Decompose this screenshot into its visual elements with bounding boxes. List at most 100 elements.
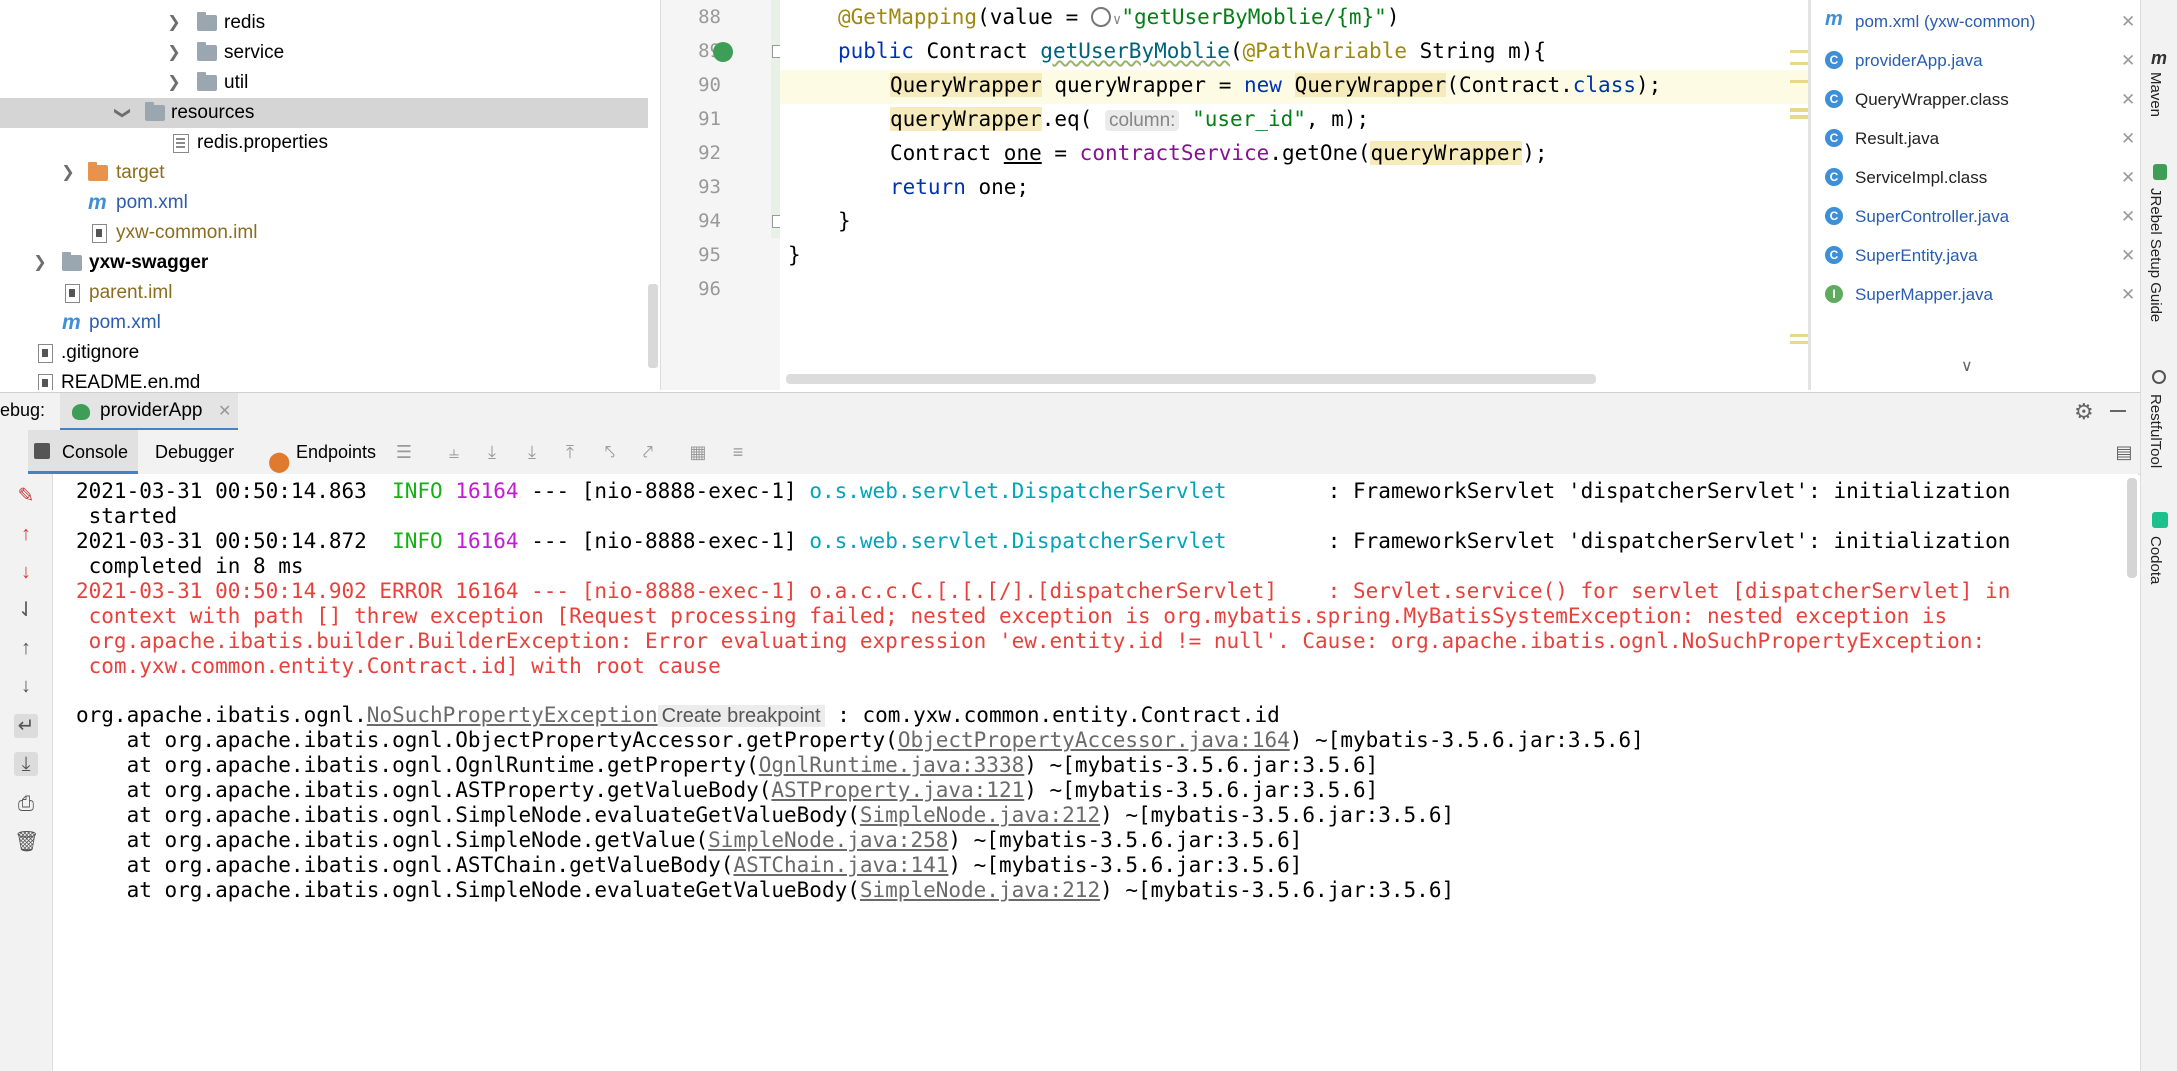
recent-file-item[interactable]: C QueryWrapper.class ✕ <box>1825 80 2135 119</box>
tree-row-util[interactable]: ❯ util <box>0 68 648 98</box>
step-over-icon[interactable]: ⤓ <box>482 442 502 462</box>
tree-label: .gitignore <box>61 342 140 363</box>
class-icon: C <box>1825 207 1843 225</box>
stripe-marker[interactable] <box>1790 115 1808 119</box>
tree-row-gitignore[interactable]: .gitignore <box>0 338 648 368</box>
source-link[interactable]: SimpleNode.java:212 <box>860 878 1100 902</box>
next-occurrence-icon[interactable]: ↓ <box>14 674 38 698</box>
project-scrollbar[interactable] <box>648 284 658 368</box>
project-tree-panel: ❯ redis ❯ service ❯ util ❯ resources red… <box>0 0 660 390</box>
chevron-down-icon[interactable]: ∨ <box>1961 356 1973 376</box>
debug-tabs-bar: Console Debugger ⬤ Endpoints ☰ ⫨ ⤓ ⤓ ⤒ ⤣… <box>0 430 2140 475</box>
folder-icon <box>88 162 108 181</box>
tree-row-redis[interactable]: ❯ redis <box>0 8 648 38</box>
tree-row-yxw-swagger[interactable]: ❯ yxw-swagger <box>0 248 648 278</box>
step-into-icon[interactable]: ⤓ <box>522 442 542 462</box>
soft-wrap-icon[interactable]: ↵ <box>14 714 38 738</box>
tab-endpoints[interactable]: ⬤ Endpoints <box>268 430 378 474</box>
tree-row-service[interactable]: ❯ service <box>0 38 648 68</box>
close-icon[interactable]: ✕ <box>2121 158 2135 197</box>
maven-icon: m <box>1825 8 1843 30</box>
spring-endpoint-icon[interactable] <box>713 42 733 62</box>
token: , m); <box>1305 107 1370 131</box>
tree-row-parent-iml[interactable]: parent.iml <box>0 278 648 308</box>
console-output[interactable]: 2021-03-31 00:50:14.863 INFO 16164 --- [… <box>53 474 2138 1071</box>
error-line: com.yxw.common.entity.Contract.id] with … <box>76 654 721 678</box>
stripe-marker[interactable] <box>1790 108 1808 112</box>
close-icon[interactable]: ✕ <box>2121 80 2135 119</box>
debug-label: ebug: <box>0 400 46 420</box>
close-icon[interactable]: ✕ <box>2121 236 2135 275</box>
recent-file-item[interactable]: C ServiceImpl.class ✕ <box>1825 158 2135 197</box>
tree-row-resources[interactable]: ❯ resources <box>0 98 648 128</box>
tree-row-readme[interactable]: README.en.md <box>0 368 648 390</box>
up-arrow-icon[interactable]: ↑ <box>14 522 38 546</box>
trace-icon[interactable]: ≡ <box>728 442 748 462</box>
token: return <box>890 175 966 199</box>
tree-row-pom-xml-root[interactable]: m pom.xml <box>0 308 648 338</box>
stripe-marker[interactable] <box>1790 50 1808 53</box>
recent-file-item[interactable]: C providerApp.java ✕ <box>1825 41 2135 80</box>
close-icon[interactable]: ✕ <box>2121 119 2135 158</box>
class-icon: C <box>1825 51 1843 69</box>
tab-debugger[interactable]: Debugger <box>155 430 234 474</box>
drop-frame-icon[interactable]: ⤣ <box>600 442 620 462</box>
close-icon[interactable]: ✕ <box>2121 275 2135 314</box>
evaluate-expression-icon[interactable]: ▦ <box>688 442 708 462</box>
scroll-to-end-icon[interactable]: ⤓ <box>14 752 38 776</box>
close-icon[interactable]: ✕ <box>2121 41 2135 80</box>
debug-header: ebug: providerApp ✕ ⚙ <box>0 392 2140 432</box>
gear-icon[interactable]: ⚙ <box>2074 399 2094 425</box>
close-tab-icon[interactable]: ✕ <box>218 401 231 421</box>
stripe-marker[interactable] <box>1790 80 1808 83</box>
log-pid: 16164 <box>455 479 519 503</box>
jrebel-tool-button[interactable]: JRebel Setup Guide <box>2147 188 2164 322</box>
code-editor[interactable]: @GetMapping(value = ∨"getUserByMoblie/{m… <box>780 0 1810 390</box>
restfultool-button[interactable]: RestfulTool <box>2147 394 2164 468</box>
print-icon[interactable]: ⎙ <box>14 792 38 816</box>
recent-file-item[interactable]: C SuperEntity.java ✕ <box>1825 236 2135 275</box>
recent-file-item[interactable]: m pom.xml (yxw-common) ✕ <box>1825 2 2135 41</box>
tree-row-pom-xml[interactable]: m pom.xml <box>0 188 648 218</box>
previous-occurrence-icon[interactable]: ↑ <box>14 636 38 660</box>
stripe-marker[interactable] <box>1790 334 1808 337</box>
maven-tool-button[interactable]: Maven <box>2147 72 2164 117</box>
tree-row-redis-properties[interactable]: redis.properties <box>0 128 648 158</box>
editor-horizontal-scrollbar[interactable] <box>786 374 1596 384</box>
layout-icon[interactable]: ▤ <box>2114 442 2134 462</box>
step-out-icon[interactable]: ⤒ <box>560 442 580 462</box>
rerun-icon[interactable]: ✎ <box>14 484 38 508</box>
codota-button[interactable]: Codota <box>2147 536 2164 584</box>
console-scrollbar[interactable] <box>2127 478 2137 578</box>
minimize-icon[interactable] <box>2110 410 2126 412</box>
menu-icon[interactable]: ☰ <box>394 442 414 462</box>
globe-icon[interactable] <box>1090 7 1111 27</box>
recent-file-item[interactable]: I SuperMapper.java ✕ <box>1825 275 2135 314</box>
console-actions-stripe: ✎ ↑ ↓ ⇃ ↑ ↓ ↵ ⤓ ⎙ 🗑 <box>0 474 53 1071</box>
recent-file-item[interactable]: C SuperController.java ✕ <box>1825 197 2135 236</box>
chevron-right-icon[interactable]: ❯ <box>164 38 184 68</box>
stripe-marker[interactable] <box>1790 341 1808 344</box>
line-number: 96 <box>698 278 721 300</box>
module-folder-icon <box>62 252 82 271</box>
chevron-right-icon[interactable]: ❯ <box>164 68 184 98</box>
class-icon: C <box>1825 246 1843 264</box>
tab-console[interactable]: Console <box>28 430 138 474</box>
down-arrow-icon[interactable]: ↓ <box>14 560 38 584</box>
token: } <box>788 243 801 267</box>
close-icon[interactable]: ✕ <box>2121 2 2135 41</box>
show-execution-point-icon[interactable]: ⫨ <box>444 442 464 462</box>
chevron-right-icon[interactable]: ❯ <box>164 8 184 38</box>
trash-icon[interactable]: 🗑 <box>14 830 39 854</box>
chevron-right-icon[interactable]: ❯ <box>30 248 50 278</box>
close-icon[interactable]: ✕ <box>2121 197 2135 236</box>
sort-icon[interactable]: ⇃ <box>14 598 38 622</box>
chevron-right-icon[interactable]: ❯ <box>58 158 78 188</box>
stripe-marker[interactable] <box>1790 62 1808 65</box>
chevron-down-icon[interactable]: ❯ <box>107 103 137 123</box>
run-to-cursor-icon[interactable]: ⤤ <box>638 442 658 462</box>
tree-row-target[interactable]: ❯ target <box>0 158 648 188</box>
tree-row-yxw-common-iml[interactable]: yxw-common.iml <box>0 218 648 248</box>
recent-file-item[interactable]: C Result.java ✕ <box>1825 119 2135 158</box>
file-icon <box>38 374 53 390</box>
